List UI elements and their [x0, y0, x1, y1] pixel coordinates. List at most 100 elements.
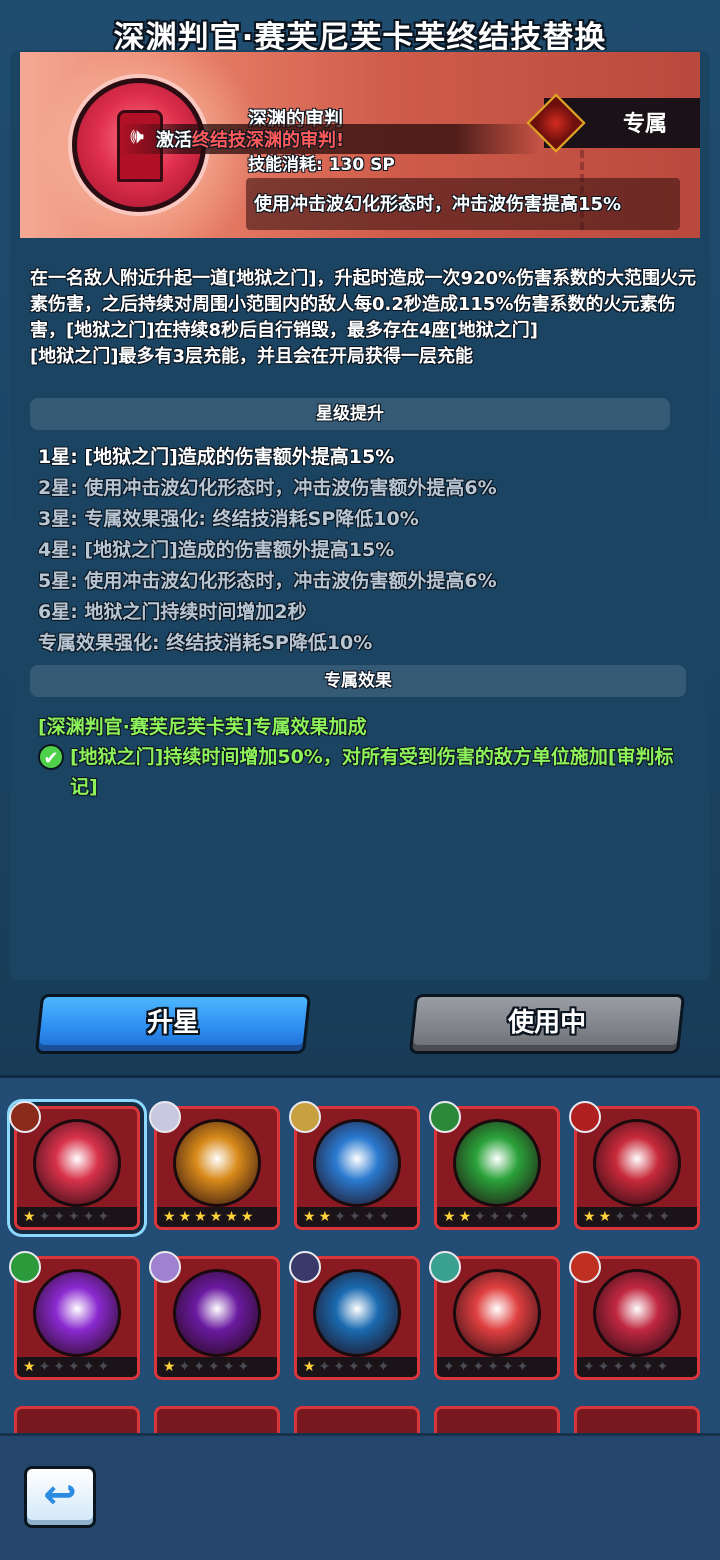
skill-description: 在一名敌人附近升起一道[地狱之门]，升起时造成一次920%伤害系数的大范围火元素…: [30, 266, 700, 370]
exclusive-bonus-desc: [地狱之门]持续时间增加50%，对所有受到伤害的敌方单位施加[审判标记]: [70, 746, 674, 798]
star-rating: ★✦✦✦✦✦: [157, 1357, 277, 1377]
skill-tile[interactable]: ★✦✦✦✦✦: [9, 1101, 140, 1230]
crimson-rune-icon: [593, 1269, 681, 1357]
star-empty-icon: ✦: [348, 1359, 363, 1375]
green-spirit-icon: [453, 1119, 541, 1207]
skill-tile[interactable]: [154, 1406, 280, 1433]
skill-tile[interactable]: ★✦✦✦✦✦: [9, 1251, 140, 1380]
star-filled-icon: ★: [163, 1209, 179, 1225]
star-empty-icon: ✦: [377, 1359, 393, 1375]
back-button[interactable]: ↩: [24, 1466, 96, 1528]
star-empty-icon: ✦: [334, 1209, 349, 1225]
star-upgrade-item: 4星: [地狱之门]造成的伤害额外提高15%: [38, 539, 395, 561]
activation-toast-text: 激活终结技深渊的审判!: [156, 126, 344, 152]
skill-tile[interactable]: [14, 1406, 140, 1433]
character-badge-icon: [569, 1101, 601, 1133]
star-empty-icon: ✦: [333, 1359, 349, 1375]
exclusive-bonus-title: [深渊判官·赛芙尼芙卡芙]专属效果加成: [38, 716, 367, 738]
star-empty-icon: ✦: [443, 1359, 458, 1375]
star-filled-icon: ★: [209, 1209, 226, 1225]
in-use-button[interactable]: 使用中: [408, 994, 686, 1054]
star-empty-icon: ✦: [348, 1209, 364, 1225]
star-upgrade-item: 2星: 使用冲击波幻化形态时，冲击波伤害额外提高6%: [38, 477, 497, 499]
skill-tile[interactable]: ★✦✦✦✦✦: [149, 1251, 280, 1380]
star-empty-icon: ✦: [208, 1359, 223, 1375]
skill-tile[interactable]: ★★✦✦✦✦: [289, 1101, 420, 1230]
star-empty-icon: ✦: [597, 1359, 613, 1375]
character-badge-icon: [569, 1251, 601, 1283]
star-empty-icon: ✦: [457, 1359, 473, 1375]
skill-tile[interactable]: ✦✦✦✦✦✦: [569, 1251, 700, 1380]
star-empty-icon: ✦: [38, 1359, 54, 1375]
skill-tile[interactable]: ★✦✦✦✦✦: [289, 1251, 420, 1380]
star-empty-icon: ✦: [614, 1209, 629, 1225]
ice-castle-icon: [313, 1119, 401, 1207]
star-rating: ★★✦✦✦✦: [437, 1207, 557, 1227]
star-upgrade-item: 6星: 地狱之门持续时间增加2秒: [38, 601, 307, 623]
star-empty-icon: ✦: [68, 1359, 83, 1375]
star-filled-icon: ★: [240, 1209, 257, 1225]
description-paragraph: [地狱之门]最多有3层充能，并且会在开局获得一层充能: [30, 346, 473, 367]
star-empty-icon: ✦: [53, 1359, 69, 1375]
star-empty-icon: ✦: [516, 1359, 532, 1375]
star-empty-icon: ✦: [363, 1209, 379, 1225]
skill-tile[interactable]: ★★✦✦✦✦: [429, 1101, 560, 1230]
skill-tile[interactable]: ★★★★★★: [149, 1101, 280, 1230]
star-empty-icon: ✦: [656, 1359, 672, 1375]
skill-tile[interactable]: [294, 1406, 420, 1433]
check-icon: ✔: [38, 744, 64, 770]
star-empty-icon: ✦: [612, 1359, 628, 1375]
star-upgrade-item: 3星: 专属效果强化: 终结技消耗SP降低10%: [38, 508, 419, 530]
star-filled-icon: ★: [194, 1209, 210, 1225]
star-empty-icon: ✦: [472, 1359, 488, 1375]
star-upgrade-item: 专属效果强化: 终结技消耗SP降低10%: [38, 632, 373, 654]
skill-tile[interactable]: ★★✦✦✦✦: [569, 1101, 700, 1230]
star-empty-icon: ✦: [53, 1209, 69, 1225]
star-empty-icon: ✦: [488, 1209, 504, 1225]
cauldron-icon: [173, 1269, 261, 1357]
star-empty-icon: ✦: [658, 1209, 674, 1225]
star-empty-icon: ✦: [628, 1209, 644, 1225]
star-filled-icon: ★: [225, 1209, 241, 1225]
sword-strike-icon: [593, 1119, 681, 1207]
star-rating: ★★✦✦✦✦: [297, 1207, 417, 1227]
star-rating: ✦✦✦✦✦✦: [437, 1357, 557, 1377]
star-upgrade-list: 1星: [地狱之门]造成的伤害额外提高15% 2星: 使用冲击波幻化形态时，冲击…: [38, 442, 698, 659]
exclusive-label: 专属: [622, 112, 667, 137]
star-filled-icon: ★: [178, 1209, 195, 1225]
star-empty-icon: ✦: [518, 1209, 534, 1225]
character-badge-icon: [429, 1101, 461, 1133]
yin-yang-icon: [313, 1269, 401, 1357]
skill-tile[interactable]: [574, 1406, 700, 1433]
skill-tile[interactable]: [434, 1406, 560, 1433]
character-badge-icon: [289, 1251, 321, 1283]
description-paragraph: 在一名敌人附近升起一道[地狱之门]，升起时造成一次920%伤害系数的大范围火元素…: [30, 268, 697, 341]
star-filled-icon: ★: [303, 1359, 319, 1375]
star-empty-icon: ✦: [503, 1209, 519, 1225]
upgrade-star-button[interactable]: 升星: [34, 994, 312, 1054]
star-empty-icon: ✦: [641, 1359, 657, 1375]
star-filled-icon: ★: [23, 1209, 39, 1225]
mushroom-cloud-icon: [453, 1269, 541, 1357]
star-section-header: 星级提升: [30, 398, 670, 430]
star-empty-icon: ✦: [178, 1359, 194, 1375]
lightning-orb-icon: [173, 1119, 261, 1207]
star-filled-icon: ★: [318, 1209, 335, 1225]
star-filled-icon: ★: [303, 1209, 319, 1225]
star-filled-icon: ★: [23, 1359, 39, 1375]
void-vortex-icon: [33, 1269, 121, 1357]
skill-tile[interactable]: ✦✦✦✦✦✦: [429, 1251, 560, 1380]
star-empty-icon: ✦: [237, 1359, 253, 1375]
skill-grid: ★✦✦✦✦✦ ★★★★★★ ★★✦✦✦✦ ★★✦✦✦✦ ★★✦✦✦✦ ★✦✦✦✦✦ ★✦✦✦…: [0, 1075, 720, 1433]
bottom-bar: [0, 1433, 720, 1560]
star-empty-icon: ✦: [487, 1359, 502, 1375]
star-filled-icon: ★: [583, 1209, 599, 1225]
character-badge-icon: [9, 1101, 41, 1133]
megaphone-icon: 🕪: [130, 124, 144, 149]
star-rating: ★★✦✦✦✦: [577, 1207, 697, 1227]
toast-prefix: 激活: [156, 130, 192, 151]
star-empty-icon: ✦: [583, 1359, 598, 1375]
character-badge-icon: [9, 1251, 41, 1283]
hell-gate-icon: [33, 1119, 121, 1207]
star-empty-icon: ✦: [68, 1209, 83, 1225]
